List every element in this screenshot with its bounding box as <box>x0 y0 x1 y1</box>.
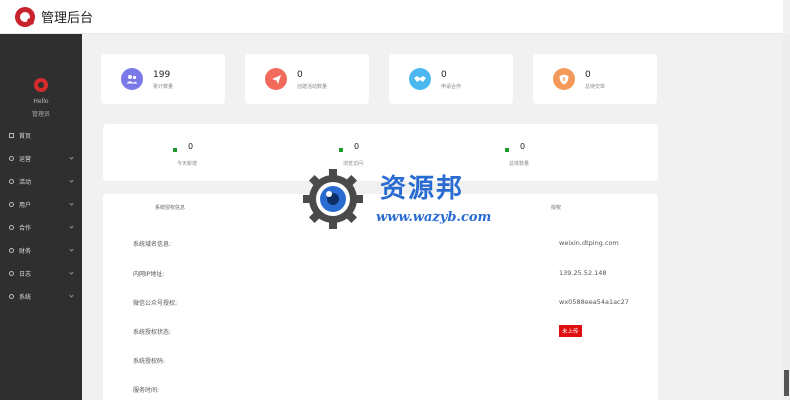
circle-icon <box>9 156 14 161</box>
info-row-value: wx0588eea54a1ac27 <box>559 298 629 306</box>
stat-value: 0 <box>585 69 591 80</box>
chevron-down-icon <box>69 178 74 183</box>
info-row-label: 系统授权状态: <box>133 329 172 336</box>
stat-label: 总待交单 <box>585 83 606 90</box>
users-icon <box>121 68 143 90</box>
app-title: 管理后台 <box>41 11 94 26</box>
metric-value: 0 <box>188 142 194 151</box>
sidebar-item-label: 活动 <box>19 179 32 186</box>
info-row-label: 内网IP地址: <box>133 271 165 278</box>
sidebar-item-system[interactable]: 系统 <box>0 285 82 308</box>
sidebar-item-operations[interactable]: 运营 <box>0 147 82 170</box>
status-dot-icon <box>173 148 177 152</box>
sidebar-item-label: 用户 <box>19 202 32 209</box>
sidebar: Hello 管理员 首页 运营 活动 用户 合作 财务 日志 系统 <box>0 34 82 400</box>
circle-icon <box>9 271 14 276</box>
sidebar-item-label: 系统 <box>19 294 32 301</box>
circle-icon <box>9 179 14 184</box>
user-role: 管理员 <box>31 111 50 118</box>
chevron-down-icon <box>69 247 74 252</box>
circle-icon <box>9 248 14 253</box>
sidebar-item-label: 合作 <box>19 225 32 232</box>
chevron-down-icon <box>69 155 74 160</box>
stat-value: 199 <box>153 69 171 80</box>
info-row-value: weixin.dtping.com <box>559 239 619 247</box>
stat-card-partners: 0 申请合作 <box>389 54 513 104</box>
sidebar-item-home[interactable]: 首页 <box>0 124 82 147</box>
handshake-icon <box>409 68 431 90</box>
info-row-label: 服务时间: <box>133 387 160 394</box>
chevron-down-icon <box>69 201 74 206</box>
column-header: 系统授权信息 <box>155 205 186 211</box>
send-icon <box>265 68 287 90</box>
info-row-label: 系统授权码: <box>133 358 166 365</box>
metric-label: 浏览访问 <box>343 161 364 167</box>
chevron-down-icon <box>69 293 74 298</box>
avatar-icon[interactable] <box>34 78 48 92</box>
chevron-down-icon <box>69 270 74 275</box>
sidebar-item-users[interactable]: 用户 <box>0 193 82 216</box>
stat-card-total: 199 累计数量 <box>101 54 225 104</box>
chevron-down-icon <box>69 224 74 229</box>
sidebar-item-activity[interactable]: 活动 <box>0 170 82 193</box>
watermark: 资源邦 www.wazyb.com <box>300 168 500 230</box>
sidebar-item-finance[interactable]: 财务 <box>0 239 82 262</box>
watermark-url: www.wazyb.com <box>376 210 492 225</box>
sidebar-item-label: 日志 <box>19 271 32 278</box>
watermark-text: 资源邦 <box>380 174 465 204</box>
info-row-value: 139.25.52.148 <box>559 269 607 277</box>
circle-icon <box>9 225 14 230</box>
stat-value: 0 <box>297 69 303 80</box>
status-badge: 未上传 <box>559 325 582 337</box>
stat-value: 0 <box>441 69 447 80</box>
shield-icon <box>553 68 575 90</box>
circle-icon <box>9 202 14 207</box>
user-profile: Hello 管理员 <box>0 34 82 124</box>
scrollbar-thumb[interactable] <box>784 370 789 396</box>
stat-card-activities: 0 创建活动数量 <box>245 54 369 104</box>
metric-label: 今天新增 <box>177 161 198 167</box>
status-dot-icon <box>339 148 343 152</box>
sidebar-item-partner[interactable]: 合作 <box>0 216 82 239</box>
stat-label: 累计数量 <box>153 83 174 90</box>
stat-label: 创建活动数量 <box>297 83 328 90</box>
info-row-label: 微信公众号授权: <box>133 300 178 307</box>
gear-eye-icon <box>303 169 363 229</box>
stat-card-orders: 0 总待交单 <box>533 54 657 104</box>
metric-value: 0 <box>354 142 360 151</box>
top-bar: 管理后台 <box>0 0 783 34</box>
metric-label: 总体数量 <box>509 161 530 167</box>
metric-value: 0 <box>520 142 526 151</box>
sidebar-item-logs[interactable]: 日志 <box>0 262 82 285</box>
stat-label: 申请合作 <box>441 83 462 90</box>
sidebar-item-label: 财务 <box>19 248 32 255</box>
sidebar-item-label: 运营 <box>19 156 32 163</box>
sidebar-nav: 首页 运营 活动 用户 合作 财务 日志 系统 <box>0 124 82 308</box>
grid-icon <box>9 133 14 138</box>
circle-icon <box>9 294 14 299</box>
app-logo-icon <box>15 6 35 27</box>
user-name: Hello <box>33 98 49 105</box>
scrollbar-track[interactable] <box>783 34 790 400</box>
status-dot-icon <box>505 148 509 152</box>
column-header: 授权 <box>551 205 562 211</box>
sidebar-item-label: 首页 <box>19 133 32 140</box>
info-row-label: 系统域名信息: <box>133 241 172 248</box>
